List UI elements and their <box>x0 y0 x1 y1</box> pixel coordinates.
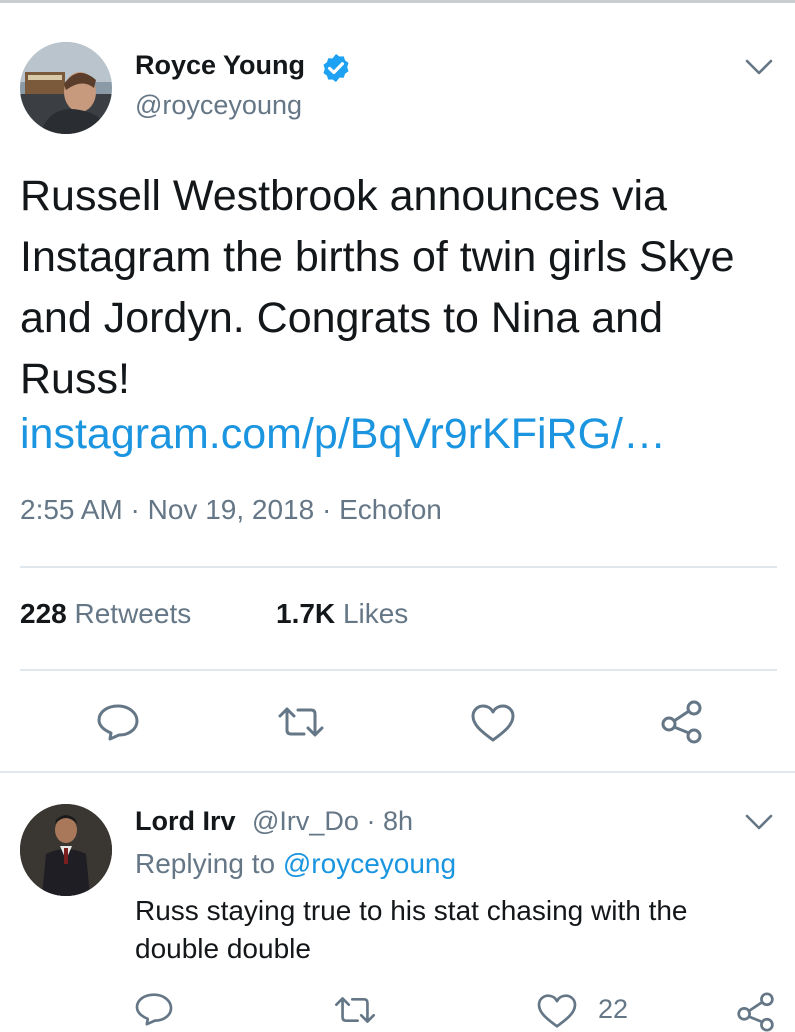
like-icon <box>471 704 515 742</box>
chevron-down-icon[interactable] <box>744 813 774 831</box>
reply-author-avatar[interactable] <box>20 804 112 896</box>
tweet-text: Russell Westbrook announces via Instagra… <box>20 172 735 403</box>
top-border <box>0 0 795 3</box>
chevron-down-icon[interactable] <box>744 58 774 76</box>
share-icon <box>737 992 774 1032</box>
tweet-time[interactable]: 2:55 AM <box>20 494 123 525</box>
reply-button[interactable] <box>96 703 140 741</box>
meta-separator: · <box>130 494 140 525</box>
author-avatar[interactable] <box>20 42 112 134</box>
author-handle[interactable]: @royceyoung <box>135 90 302 121</box>
tweet-date[interactable]: Nov 19, 2018 <box>148 494 315 525</box>
retweets-stat[interactable]: 228 Retweets <box>20 598 191 630</box>
likes-label: Likes <box>342 598 409 629</box>
reply-icon <box>135 993 173 1026</box>
reply-time[interactable]: 8h <box>383 806 413 836</box>
reply-text: Russ staying true to his stat chasing wi… <box>135 895 688 964</box>
tweet-timestamp: 2:55 AM · Nov 19, 2018 · Echofon <box>20 494 442 526</box>
reply-button[interactable] <box>134 992 174 1026</box>
replying-mention[interactable]: @royceyoung <box>283 848 456 879</box>
retweet-icon <box>278 707 324 737</box>
reply-like-count: 22 <box>598 994 629 1024</box>
retweet-icon <box>335 997 375 1023</box>
retweet-button[interactable] <box>332 994 378 1026</box>
tweet-link[interactable]: instagram.com/p/BqVr9rKFiRG/… <box>20 404 666 465</box>
verified-badge-icon <box>323 54 349 82</box>
like-button[interactable] <box>470 703 516 743</box>
share-button[interactable] <box>736 992 776 1032</box>
meta-separator: · <box>321 494 332 525</box>
tweet-source[interactable]: Echofon <box>339 494 442 525</box>
share-icon <box>661 700 702 744</box>
reply-author-name[interactable]: Lord Irv <box>135 806 236 837</box>
replying-to: Replying to @royceyoung <box>135 848 456 880</box>
retweet-button[interactable] <box>276 704 326 740</box>
meta-separator: · <box>366 806 376 836</box>
divider <box>0 771 795 773</box>
divider <box>20 566 777 568</box>
divider <box>20 669 777 671</box>
reply-author-handle[interactable]: @Irv_Do <box>252 806 359 836</box>
likes-stat[interactable]: 1.7K Likes <box>276 598 408 630</box>
reply-icon <box>97 704 139 741</box>
retweets-count: 228 <box>20 598 67 629</box>
retweets-label: Retweets <box>74 598 192 629</box>
likes-count: 1.7K <box>276 598 336 629</box>
reply-author-meta: @Irv_Do · 8h <box>252 806 413 837</box>
replying-prefix: Replying to <box>135 848 276 879</box>
author-name[interactable]: Royce Young <box>135 50 305 81</box>
share-button[interactable] <box>660 700 704 744</box>
